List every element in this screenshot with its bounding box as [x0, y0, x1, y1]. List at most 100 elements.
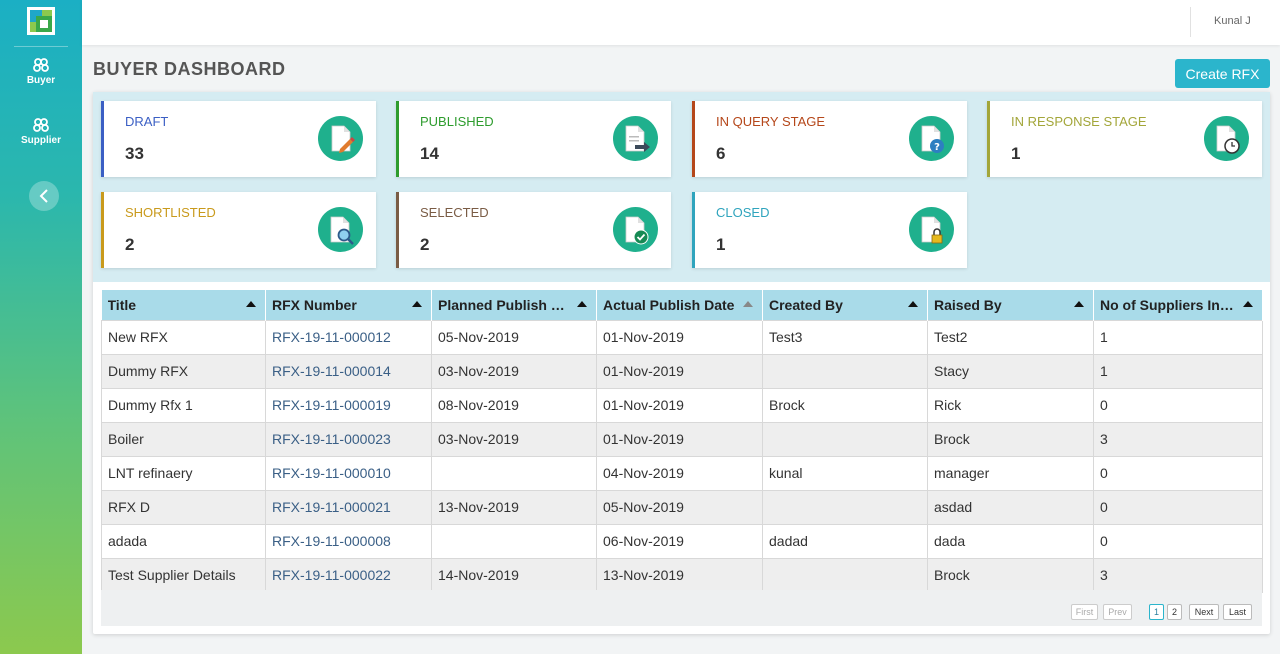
cell-suppliers-invited: 0 — [1093, 523, 1263, 559]
column-header-raised-by[interactable]: Raised By — [927, 290, 1094, 320]
cell-actual-publish-date: 01-Nov-2019 — [596, 387, 763, 423]
cell-rfx-number[interactable]: RFX-19-11-000012 — [265, 319, 432, 355]
cell-rfx-number[interactable]: RFX-19-11-000019 — [265, 387, 432, 423]
cell-title: Dummy Rfx 1 — [101, 387, 266, 423]
status-cards-area: DRAFT 33 PUBLISHED 14 IN QUERY STAGE 6 ?… — [93, 92, 1270, 282]
create-rfx-button[interactable]: Create RFX — [1175, 59, 1270, 88]
column-header-planned-publish-date[interactable]: Planned Publish Da... — [431, 290, 597, 320]
table-row[interactable]: adada RFX-19-11-000008 06-Nov-2019 dadad dad… — [101, 523, 1263, 559]
card-label: DRAFT — [125, 114, 169, 129]
chevron-left-icon — [39, 189, 48, 203]
app-logo — [27, 7, 55, 35]
cell-suppliers-invited: 0 — [1093, 455, 1263, 491]
cell-raised-by: Stacy — [927, 353, 1094, 389]
pagination-first-button[interactable]: First — [1071, 604, 1098, 620]
cell-raised-by: Rick — [927, 387, 1094, 423]
card-count: 2 — [125, 235, 135, 254]
table-row[interactable]: Boiler RFX-19-11-000023 03-Nov-2019 01-Nov-… — [101, 421, 1263, 457]
cell-planned-publish-date: 05-Nov-2019 — [431, 319, 597, 355]
user-menu[interactable]: Kunal J — [1214, 15, 1251, 27]
column-header-title[interactable]: Title — [101, 290, 266, 320]
cell-suppliers-invited: 3 — [1093, 557, 1263, 593]
svg-text:?: ? — [934, 142, 940, 153]
card-label: PUBLISHED — [420, 114, 494, 129]
card-label: SHORTLISTED — [125, 205, 216, 220]
sort-asc-icon[interactable] — [1074, 301, 1084, 307]
cell-created-by: kunal — [762, 455, 928, 491]
cell-raised-by: Brock — [927, 557, 1094, 593]
cell-actual-publish-date: 13-Nov-2019 — [596, 557, 763, 593]
sort-asc-icon[interactable] — [412, 301, 422, 307]
sort-asc-icon[interactable] — [246, 301, 256, 307]
column-header-suppliers-invited[interactable]: No of Suppliers Invi... — [1093, 290, 1263, 320]
supplier-icon — [33, 118, 49, 132]
sidebar-item-supplier[interactable]: Supplier — [0, 118, 82, 146]
cell-raised-by: asdad — [927, 489, 1094, 525]
cell-raised-by: Test2 — [927, 319, 1094, 355]
cell-raised-by: dada — [927, 523, 1094, 559]
card-selected[interactable]: SELECTED 2 — [396, 192, 671, 268]
cell-rfx-number[interactable]: RFX-19-11-000014 — [265, 353, 432, 389]
sidebar: Buyer Supplier — [0, 0, 82, 654]
cell-title: LNT refinaery — [101, 455, 266, 491]
cell-title: Test Supplier Details — [101, 557, 266, 593]
cell-suppliers-invited: 1 — [1093, 353, 1263, 389]
pagination-page-1[interactable]: 1 — [1149, 604, 1164, 620]
selected-check-icon — [613, 207, 658, 252]
table-row[interactable]: Test Supplier Details RFX-19-11-000022 14-… — [101, 557, 1263, 593]
card-in-query-stage[interactable]: IN QUERY STAGE 6 ? — [692, 101, 967, 177]
table-row[interactable]: New RFX RFX-19-11-000012 05-Nov-2019 01-Nov… — [101, 319, 1263, 355]
cell-actual-publish-date: 01-Nov-2019 — [596, 353, 763, 389]
card-published[interactable]: PUBLISHED 14 — [396, 101, 671, 177]
cell-suppliers-invited: 1 — [1093, 319, 1263, 355]
card-label: CLOSED — [716, 205, 770, 220]
card-shortlisted[interactable]: SHORTLISTED 2 — [101, 192, 376, 268]
cell-planned-publish-date — [431, 455, 597, 491]
card-closed[interactable]: CLOSED 1 — [692, 192, 967, 268]
table-row[interactable]: Dummy Rfx 1 RFX-19-11-000019 08-Nov-2019 01… — [101, 387, 1263, 423]
cell-created-by: dadad — [762, 523, 928, 559]
cell-planned-publish-date: 03-Nov-2019 — [431, 421, 597, 457]
column-header-created-by[interactable]: Created By — [762, 290, 928, 320]
cell-rfx-number[interactable]: RFX-19-11-000010 — [265, 455, 432, 491]
card-count: 14 — [420, 144, 439, 163]
response-clock-icon — [1204, 116, 1249, 161]
table-row[interactable]: Dummy RFX RFX-19-11-000014 03-Nov-2019 01-N… — [101, 353, 1263, 389]
pagination-prev-button[interactable]: Prev — [1103, 604, 1132, 620]
card-in-response-stage[interactable]: IN RESPONSE STAGE 1 — [987, 101, 1262, 177]
sidebar-item-buyer[interactable]: Buyer — [0, 58, 82, 86]
card-draft[interactable]: DRAFT 33 — [101, 101, 376, 177]
pagination-page-2[interactable]: 2 — [1167, 604, 1182, 620]
cell-created-by — [762, 489, 928, 525]
cell-title: adada — [101, 523, 266, 559]
cell-rfx-number[interactable]: RFX-19-11-000023 — [265, 421, 432, 457]
sidebar-divider — [14, 46, 68, 47]
column-header-rfx-number[interactable]: RFX Number — [265, 290, 432, 320]
rfx-table: Title RFX Number Planned Publish Da... A… — [101, 290, 1263, 593]
pagination-last-button[interactable]: Last — [1223, 604, 1252, 620]
pagination-next-button[interactable]: Next — [1189, 604, 1219, 620]
cell-created-by: Test3 — [762, 319, 928, 355]
card-count: 6 — [716, 144, 726, 163]
sort-asc-icon[interactable] — [743, 301, 753, 307]
cell-raised-by: manager — [927, 455, 1094, 491]
collapse-sidebar-button[interactable] — [29, 181, 59, 211]
table-header-row: Title RFX Number Planned Publish Da... A… — [101, 290, 1263, 320]
topbar-divider — [1190, 7, 1191, 37]
cell-raised-by: Brock — [927, 421, 1094, 457]
table-row[interactable]: LNT refinaery RFX-19-11-000010 04-Nov-2019… — [101, 455, 1263, 491]
draft-icon — [318, 116, 363, 161]
cell-created-by: Brock — [762, 387, 928, 423]
sort-asc-icon[interactable] — [1243, 301, 1253, 307]
cell-planned-publish-date — [431, 523, 597, 559]
cell-rfx-number[interactable]: RFX-19-11-000022 — [265, 557, 432, 593]
column-header-actual-publish-date[interactable]: Actual Publish Date — [596, 290, 763, 320]
sort-asc-icon[interactable] — [577, 301, 587, 307]
table-row[interactable]: RFX D RFX-19-11-000021 13-Nov-2019 05-Nov-2… — [101, 489, 1263, 525]
cell-rfx-number[interactable]: RFX-19-11-000008 — [265, 523, 432, 559]
cell-actual-publish-date: 01-Nov-2019 — [596, 421, 763, 457]
closed-lock-icon — [909, 207, 954, 252]
sort-asc-icon[interactable] — [908, 301, 918, 307]
cell-created-by — [762, 353, 928, 389]
cell-rfx-number[interactable]: RFX-19-11-000021 — [265, 489, 432, 525]
